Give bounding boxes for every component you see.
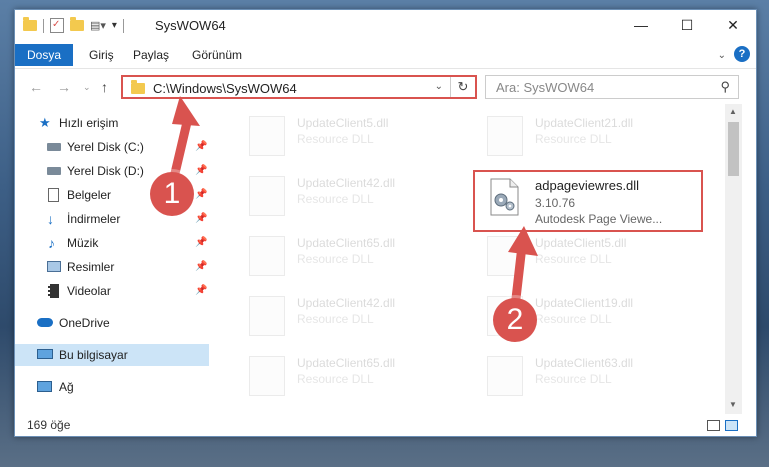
step-badge-1: 1 [150,172,194,216]
annotation-arrows [167,96,538,321]
step-badge-2: 2 [493,298,537,342]
